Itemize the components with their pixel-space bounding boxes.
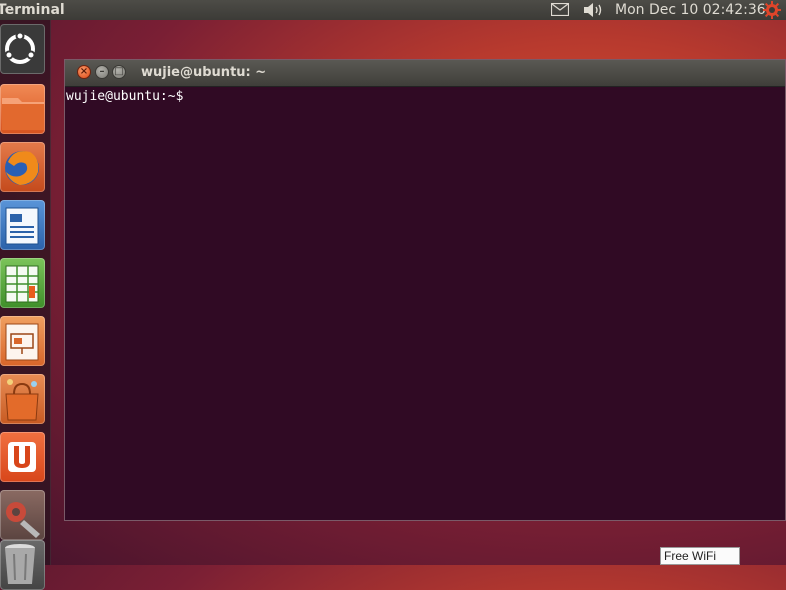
software-center-button[interactable] xyxy=(0,374,45,424)
dash-home-button[interactable] xyxy=(0,24,45,74)
ubuntu-logo-icon xyxy=(4,31,36,64)
writer-button[interactable] xyxy=(0,200,45,250)
shopping-bag-icon xyxy=(5,379,39,421)
folder-icon xyxy=(2,98,44,130)
impress-presentation-icon xyxy=(5,323,39,361)
ubuntu-one-icon xyxy=(8,442,36,472)
mail-icon[interactable] xyxy=(551,3,569,16)
minimize-icon: – xyxy=(99,66,105,77)
free-wifi-label[interactable]: Free WiFi xyxy=(660,547,740,565)
close-icon: × xyxy=(79,66,89,77)
terminal-output[interactable]: wujie@ubuntu:~$ xyxy=(65,87,785,520)
shell-prompt: wujie@ubuntu:~$ xyxy=(66,89,184,104)
close-button[interactable]: × xyxy=(77,65,91,79)
trash-button[interactable] xyxy=(0,540,45,590)
firefox-button[interactable] xyxy=(0,142,45,192)
firefox-icon xyxy=(5,151,39,185)
window-titlebar[interactable]: × – □ wujie@ubuntu: ~ xyxy=(65,60,785,87)
window-title: wujie@ubuntu: ~ xyxy=(141,65,267,80)
app-title: Terminal xyxy=(0,2,65,18)
trash-icon xyxy=(5,544,35,584)
clock[interactable]: Mon Dec 10 02:42:36 xyxy=(615,0,766,20)
maximize-button[interactable]: □ xyxy=(112,65,126,79)
system-settings-button[interactable] xyxy=(0,490,45,540)
calc-button[interactable] xyxy=(0,258,45,308)
ubuntu-one-button[interactable] xyxy=(0,432,45,482)
top-panel: Terminal Mon Dec 10 02:42:36 xyxy=(0,0,786,20)
files-button[interactable] xyxy=(0,84,45,134)
launcher xyxy=(0,20,51,590)
session-gear-icon[interactable] xyxy=(762,0,782,20)
calc-spreadsheet-icon xyxy=(5,265,39,303)
impress-button[interactable] xyxy=(0,316,45,366)
terminal-window[interactable]: × – □ wujie@ubuntu: ~ wujie@ubuntu:~$ xyxy=(64,59,786,521)
writer-document-icon xyxy=(5,207,39,245)
maximize-icon: □ xyxy=(114,66,124,77)
sound-icon[interactable] xyxy=(582,1,604,19)
wrench-gear-icon xyxy=(6,502,40,538)
minimize-button[interactable]: – xyxy=(95,65,109,79)
